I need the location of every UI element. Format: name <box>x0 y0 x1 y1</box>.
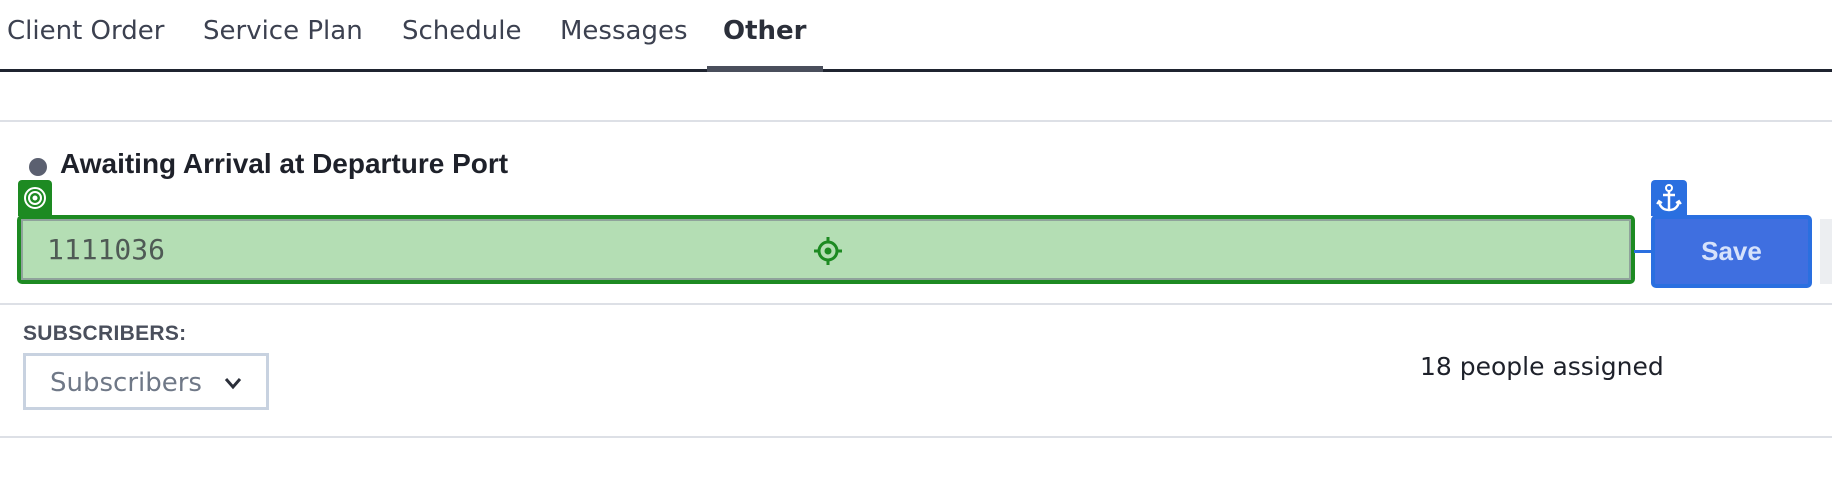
section-divider <box>0 436 1832 438</box>
crosshair-icon <box>814 237 842 265</box>
target-marker <box>18 180 52 216</box>
tab-schedule[interactable]: Schedule <box>402 0 521 72</box>
tab-bar: Client Order Service Plan Schedule Messa… <box>0 0 1832 72</box>
section-divider <box>0 120 1832 122</box>
tab-service-plan[interactable]: Service Plan <box>203 0 363 72</box>
status-title: Awaiting Arrival at Departure Port <box>60 148 509 179</box>
save-button[interactable]: Save <box>1651 215 1812 288</box>
anchor-icon <box>1656 184 1682 212</box>
assigned-count: 18 people assigned <box>1420 352 1664 381</box>
partial-button-edge <box>1820 219 1832 284</box>
chevron-down-icon <box>224 378 242 390</box>
status-dot <box>29 158 47 176</box>
connector-line <box>1634 250 1652 253</box>
target-icon <box>24 187 46 209</box>
tab-messages[interactable]: Messages <box>560 0 688 72</box>
anchor-marker <box>1651 180 1687 216</box>
tab-client-order[interactable]: Client Order <box>7 0 164 72</box>
subscribers-label: SUBSCRIBERS: <box>23 322 187 345</box>
subscribers-dropdown-value: Subscribers <box>50 368 202 398</box>
subscribers-dropdown[interactable]: Subscribers <box>23 353 269 410</box>
tab-other[interactable]: Other <box>707 0 822 72</box>
section-divider <box>0 303 1832 305</box>
